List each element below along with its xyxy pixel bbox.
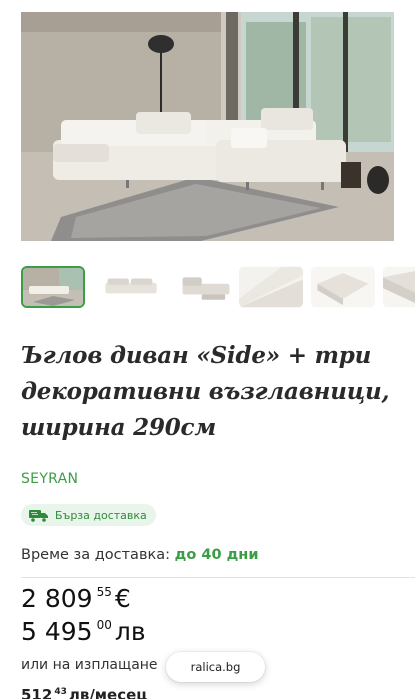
cushion-closeup-thumbnail: [239, 266, 303, 308]
browser-url: ralica.bg: [190, 660, 241, 674]
sofa-room-illustration: [21, 12, 394, 241]
product-title: Ъглов диван «Side» + три декоративни въз…: [21, 338, 396, 446]
thumbnail-1[interactable]: [21, 266, 85, 308]
price-bgn-whole: 5 495: [21, 617, 93, 646]
fast-delivery-badge: Бърза доставка: [21, 504, 156, 526]
thumbnail-2[interactable]: [99, 266, 163, 308]
sofa-side-thumbnail: [99, 266, 163, 308]
brand-link[interactable]: SEYRAN: [21, 471, 78, 487]
price-eur-currency: €: [114, 584, 131, 613]
delivery-time: Време за доставка: до 40 дни: [21, 547, 258, 563]
product-title-line-3: ширина 290см: [21, 414, 217, 441]
installment-price-whole: 512: [21, 686, 53, 699]
installment-label: или на изплащане: [21, 657, 158, 673]
sofa-chaise-thumbnail: [174, 266, 238, 308]
armrest-closeup-thumbnail: [383, 266, 415, 308]
product-title-line-1: Ъглов диван «Side» + три: [21, 342, 372, 369]
installment-price-unit: лв/месец: [68, 686, 148, 699]
thumbnail-5[interactable]: [311, 266, 375, 308]
thumbnail-strip: [21, 266, 415, 310]
divider: [21, 577, 415, 578]
thumbnail-3[interactable]: [174, 266, 238, 308]
price-bgn-currency: лв: [114, 617, 146, 646]
delivery-time-value: до 40 дни: [174, 547, 259, 563]
price-bgn: 5 495 00 лв: [21, 617, 146, 646]
installment-price-fraction: 43: [54, 687, 67, 697]
corner-closeup-thumbnail: [311, 266, 375, 308]
truck-icon: [29, 509, 48, 522]
price-eur: 2 809 55 €: [21, 584, 131, 613]
delivery-time-label: Време за доставка:: [21, 547, 171, 563]
installment-price: 512 43 лв/месец: [21, 686, 147, 699]
product-title-line-2: декоративни възглавници,: [21, 378, 390, 405]
product-main-image[interactable]: [21, 12, 394, 241]
browser-url-pill[interactable]: ralica.bg: [166, 652, 265, 682]
price-bgn-fraction: 00: [96, 618, 112, 632]
fast-delivery-label: Бърза доставка: [55, 508, 147, 522]
sofa-room-thumbnail: [23, 268, 83, 306]
thumbnail-4[interactable]: [239, 266, 303, 308]
price-eur-whole: 2 809: [21, 584, 93, 613]
thumbnail-6[interactable]: [383, 266, 415, 308]
price-eur-fraction: 55: [96, 585, 112, 599]
